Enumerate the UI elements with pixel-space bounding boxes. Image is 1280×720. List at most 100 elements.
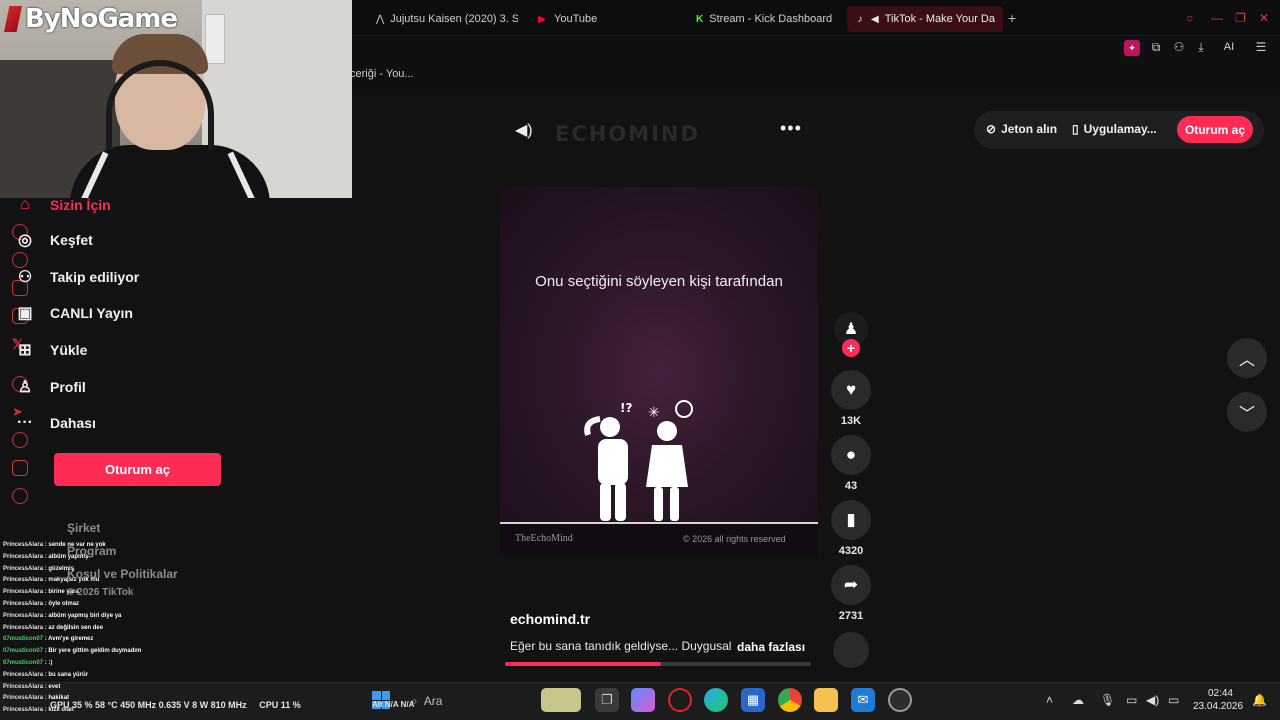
search-tabs-icon[interactable]: ○ xyxy=(1186,11,1193,25)
following-icon: ⚇ xyxy=(17,269,33,286)
logo-text: ByNoGame xyxy=(25,4,178,34)
sidebar-item-label: CANLI Yayın xyxy=(50,305,133,321)
thought-bubble xyxy=(675,400,693,418)
mail-icon[interactable]: ✉ xyxy=(851,688,875,712)
chevron-up-icon: ︿ xyxy=(1238,352,1255,369)
save-button[interactable]: ▮ xyxy=(831,500,871,540)
channel-logo: ByNoGame xyxy=(4,4,178,34)
ai-button[interactable]: AI xyxy=(1216,40,1242,54)
chat-message: PrincessAlara : albüm yapmış biri diye y… xyxy=(3,613,121,619)
next-video-avatar[interactable] xyxy=(833,632,869,668)
figure-leg xyxy=(600,483,611,521)
volume-icon[interactable]: ◀) xyxy=(515,120,533,140)
chat-text: : birine yara xyxy=(43,589,79,596)
tab-youtube[interactable]: ▶ YouTube xyxy=(528,6,648,32)
chat-message: 07musticon07 : Bir yere gittim geldim du… xyxy=(3,648,141,654)
extension-icon[interactable]: ✦ xyxy=(1124,40,1140,56)
get-app-button[interactable]: ▯ Uygulamay... xyxy=(1072,122,1157,136)
see-more-link[interactable]: daha fazlası xyxy=(737,640,805,654)
share-button[interactable]: ➦ xyxy=(831,565,871,605)
person-icon: ♟ xyxy=(843,321,859,338)
profile-icon[interactable]: ⚇ xyxy=(1170,40,1188,54)
chrome-icon[interactable] xyxy=(778,688,802,712)
menu-icon[interactable]: ☰ xyxy=(1252,40,1270,54)
volume-icon[interactable]: ◀) xyxy=(1146,693,1159,707)
sidebar-item-label: Takip ediliyor xyxy=(50,269,140,285)
display-icon[interactable]: ▭ xyxy=(1126,693,1137,707)
chat-username: PrincessAlara xyxy=(3,601,44,607)
stream-chat-overlay: PrincessAlara : sende ne var ne yok Princ… xyxy=(0,536,240,720)
cloud-icon[interactable]: ☁ xyxy=(1072,693,1084,707)
copilot-icon[interactable] xyxy=(631,688,655,712)
comment-button[interactable]: ● xyxy=(831,435,871,475)
share-count: 2731 xyxy=(838,610,864,622)
chat-message: PrincessAlara : evet xyxy=(3,684,60,690)
sidebar-item-profile[interactable]: ♙ Profil xyxy=(14,376,86,398)
microphone-icon[interactable]: 🎙 xyxy=(1100,693,1115,707)
header-login-button[interactable]: Oturum aç xyxy=(1177,116,1253,143)
download-icon[interactable]: ⤓ xyxy=(1192,40,1210,54)
video-watermark: TheEchoMind xyxy=(515,533,573,544)
video-progress-bar[interactable] xyxy=(505,662,811,666)
maximize-icon[interactable]: ❐ xyxy=(1235,11,1246,25)
chat-username: PrincessAlara xyxy=(3,671,44,678)
footer-link-company[interactable]: Şirket xyxy=(67,521,100,535)
comment-count: 43 xyxy=(844,480,858,492)
next-video-button[interactable]: ﹀ xyxy=(1227,392,1267,432)
youtube-icon: ▶ xyxy=(538,13,546,25)
sidebar-item-live[interactable]: ▣ CANLI Yayın xyxy=(14,302,133,324)
chevron-up-icon[interactable]: ˄ xyxy=(1046,693,1053,707)
store-icon[interactable]: ▦ xyxy=(741,688,765,712)
chat-username: PrincessAlara xyxy=(3,589,44,596)
weather-prefix: Alt xyxy=(372,700,383,709)
sidebar-item-explore[interactable]: ◎ Keşfet xyxy=(14,229,93,251)
edge-icon[interactable] xyxy=(704,688,728,712)
widgets-icon[interactable] xyxy=(541,688,581,712)
chat-text: : :) xyxy=(43,660,53,666)
sidebar-login-button[interactable]: Oturum aç xyxy=(54,453,221,486)
weather-widget[interactable]: Alt N/A N/A xyxy=(372,700,414,709)
video-progress-fill xyxy=(505,662,662,666)
get-coins-button[interactable]: ⊘ Jeton alın xyxy=(986,122,1057,136)
like-count: 13K xyxy=(840,415,862,427)
sidebar-item-upload[interactable]: ⊞ Yükle xyxy=(14,339,87,361)
puzzle-icon[interactable]: ⧉ xyxy=(1147,40,1165,54)
tab-tiktok[interactable]: ♪ ◀ TikTok - Make Your Da xyxy=(847,6,1003,32)
weather-text: N/A N/A xyxy=(384,700,415,709)
opera-icon[interactable] xyxy=(668,688,692,712)
minimize-icon[interactable]: — xyxy=(1211,11,1223,25)
sidebar-item-label: Keşfet xyxy=(50,232,93,248)
air-conditioner xyxy=(205,14,225,64)
close-icon[interactable]: ✕ xyxy=(1259,11,1269,25)
app-icon[interactable] xyxy=(888,688,912,712)
battery-icon[interactable]: ▭ xyxy=(1168,693,1179,707)
sidebar-item-following[interactable]: ⚇ Takip ediliyor xyxy=(14,266,139,288)
task-view-icon[interactable]: ❐ xyxy=(595,688,619,712)
chat-text: : güzelmiş xyxy=(43,565,75,572)
tab-jujutsu[interactable]: ⋀ Jujutsu Kaisen (2020) 3. S xyxy=(368,6,518,32)
video-brand-title: ECHOMIND xyxy=(555,122,700,146)
tab-kick[interactable]: K Stream - Kick Dashboard xyxy=(688,6,838,32)
extensions-icon[interactable] xyxy=(12,460,28,476)
chat-username: 07musticon07 xyxy=(3,648,44,655)
settings-icon[interactable] xyxy=(12,488,28,504)
more-options-icon[interactable]: ••• xyxy=(780,118,802,139)
file-explorer-icon[interactable] xyxy=(814,688,838,712)
figure-dress xyxy=(646,445,688,487)
notification-icon[interactable]: 🔔 xyxy=(1252,693,1267,707)
sidebar-item-label: Dahası xyxy=(50,415,96,431)
history-icon[interactable] xyxy=(12,432,28,448)
like-button[interactable]: ♥ xyxy=(831,370,871,410)
sidebar-item-more[interactable]: ··· Dahası xyxy=(14,412,96,434)
figure-head xyxy=(600,417,620,437)
follow-button[interactable]: + xyxy=(842,339,860,357)
system-clock[interactable]: 02:44 23.04.2026 xyxy=(1193,687,1243,713)
chat-text: : sende ne var ne yok xyxy=(43,542,106,548)
previous-video-button[interactable]: ︿ xyxy=(1227,338,1267,378)
get-app-label: Uygulamay... xyxy=(1083,122,1157,136)
creator-username[interactable]: echomind.tr xyxy=(510,611,590,627)
chat-username: PrincessAlara xyxy=(3,707,44,714)
new-tab-button[interactable]: + xyxy=(1008,10,1016,26)
address-partial-text[interactable]: ceriği - You... xyxy=(350,68,414,80)
video-illustration: !? ✳ xyxy=(584,400,693,521)
